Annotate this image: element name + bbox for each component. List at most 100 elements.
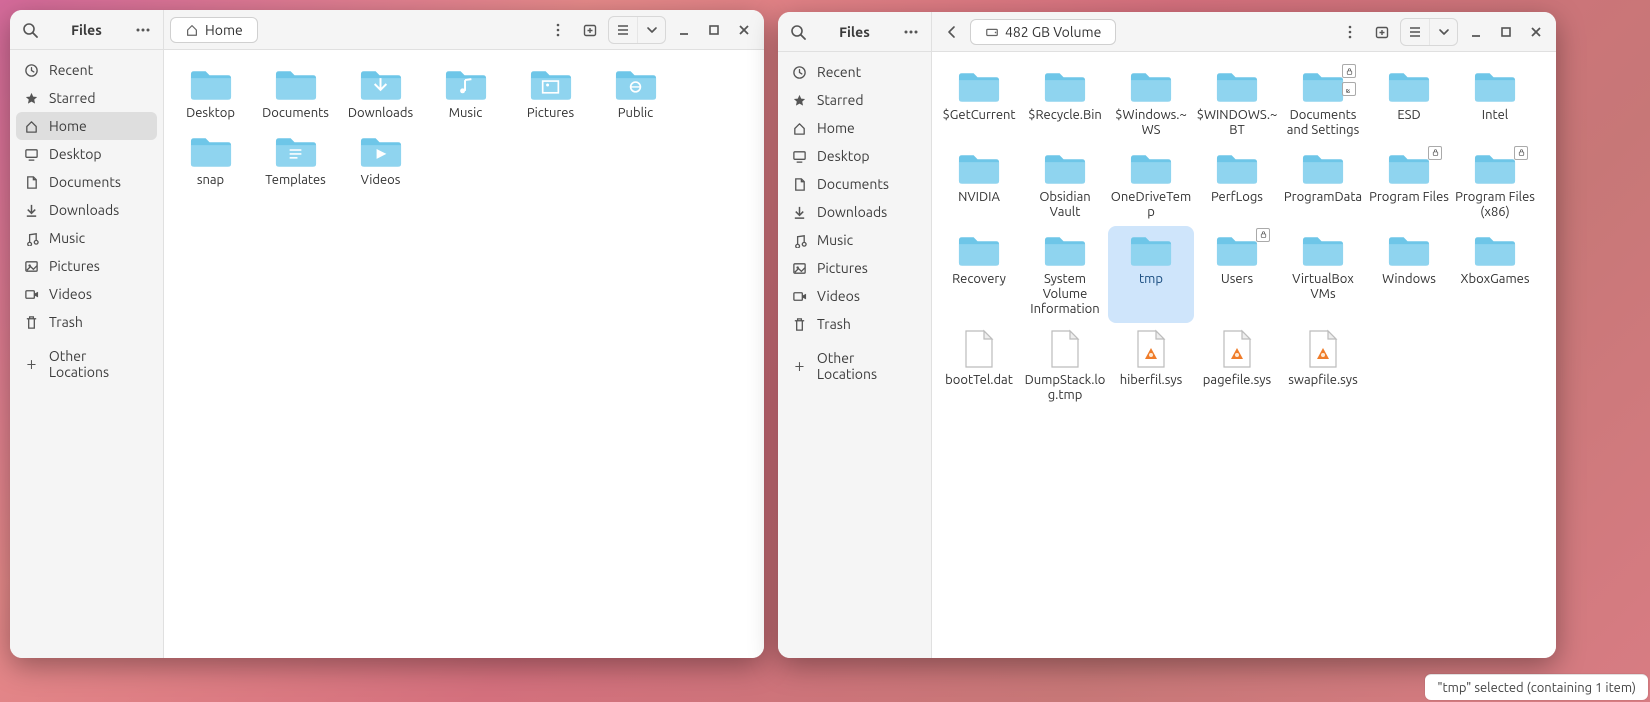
lock-icon <box>1259 230 1268 239</box>
sidebar-item-other-locations[interactable]: +Other Locations <box>784 344 925 388</box>
file-item[interactable]: DumpStack.log.tmp <box>1022 323 1108 409</box>
maximize-button[interactable] <box>700 16 728 44</box>
folder-item[interactable]: Public <box>593 60 678 127</box>
path-segment-volume[interactable]: 482 GB Volume <box>970 19 1116 45</box>
close-button[interactable] <box>730 16 758 44</box>
folder-item[interactable]: Windows <box>1366 226 1452 323</box>
folder-icon <box>1129 68 1173 104</box>
sidebar-item-pictures[interactable]: Pictures <box>16 252 157 280</box>
minimize-button[interactable] <box>1462 18 1490 46</box>
folder-item[interactable]: Recovery <box>936 226 1022 323</box>
content-pane[interactable]: $GetCurrent$Recycle.Bin$Windows.~WS$WIND… <box>932 52 1556 658</box>
folder-item[interactable]: Templates <box>253 127 338 194</box>
sidebar-item-desktop[interactable]: Desktop <box>784 142 925 170</box>
sidebar-item-music[interactable]: Music <box>784 226 925 254</box>
file-item[interactable]: swapfile.sys <box>1280 323 1366 409</box>
titlebar-main-section: 482 GB Volume <box>932 12 1556 51</box>
sidebar-item-label: Other Locations <box>49 348 149 380</box>
folder-item[interactable]: Obsidian Vault <box>1022 144 1108 226</box>
folder-item[interactable]: Pictures <box>508 60 593 127</box>
sidebar-item-other-locations[interactable]: +Other Locations <box>16 342 157 386</box>
folder-item[interactable]: snap <box>168 127 253 194</box>
folder-item[interactable]: NVIDIA <box>936 144 1022 226</box>
view-options-button[interactable] <box>637 16 665 44</box>
file-item[interactable]: pagefile.sys <box>1194 323 1280 409</box>
folder-icon <box>1043 150 1087 186</box>
search-button[interactable] <box>784 18 812 46</box>
folder-icon <box>1215 232 1259 268</box>
folder-icon <box>189 133 233 169</box>
search-icon <box>790 24 806 40</box>
folder-icon <box>1301 68 1345 104</box>
sidebar-item-starred[interactable]: Starred <box>16 84 157 112</box>
hamburger-menu-button[interactable] <box>129 16 157 44</box>
sidebar-item-home[interactable]: Home <box>784 114 925 142</box>
maximize-icon <box>706 22 722 38</box>
sidebar-item-documents[interactable]: Documents <box>784 170 925 198</box>
sidebar-item-trash[interactable]: Trash <box>16 308 157 336</box>
sidebar-item-label: Home <box>49 118 87 134</box>
folder-item[interactable]: Videos <box>338 127 423 194</box>
sidebar-item-videos[interactable]: Videos <box>784 282 925 310</box>
view-list-button[interactable] <box>609 16 637 44</box>
folder-icon <box>444 66 488 102</box>
minimize-button[interactable] <box>670 16 698 44</box>
close-button[interactable] <box>1522 18 1550 46</box>
sidebar-item-recent[interactable]: Recent <box>784 58 925 86</box>
folder-item[interactable]: Music <box>423 60 508 127</box>
maximize-button[interactable] <box>1492 18 1520 46</box>
file-item[interactable]: hiberfil.sys <box>1108 323 1194 409</box>
folder-item[interactable]: Program Files (x86) <box>1452 144 1538 226</box>
location-options-button[interactable] <box>544 16 572 44</box>
folder-item[interactable]: Users <box>1194 226 1280 323</box>
new-tab-button[interactable] <box>1368 18 1396 46</box>
sidebar-item-downloads[interactable]: Downloads <box>16 196 157 224</box>
folder-item[interactable]: $GetCurrent <box>936 62 1022 144</box>
folder-item[interactable]: OneDriveTemp <box>1108 144 1194 226</box>
path-segment-home[interactable]: Home <box>170 17 258 43</box>
link-icon <box>1345 85 1354 94</box>
sidebar-item-starred[interactable]: Starred <box>784 86 925 114</box>
folder-item[interactable]: System Volume Information <box>1022 226 1108 323</box>
folder-item[interactable]: Documents <box>253 60 338 127</box>
folder-item[interactable]: $Recycle.Bin <box>1022 62 1108 144</box>
sidebar-item-recent[interactable]: Recent <box>16 56 157 84</box>
content-pane[interactable]: DesktopDocumentsDownloadsMusicPicturesPu… <box>164 50 764 658</box>
sidebar-item-downloads[interactable]: Downloads <box>784 198 925 226</box>
folder-item[interactable]: $WINDOWS.~BT <box>1194 62 1280 144</box>
folder-item[interactable]: XboxGames <box>1452 226 1538 323</box>
folder-item[interactable]: PerfLogs <box>1194 144 1280 226</box>
folder-item[interactable]: Desktop <box>168 60 253 127</box>
sidebar-item-label: Other Locations <box>817 350 917 382</box>
video-icon <box>792 289 807 304</box>
search-button[interactable] <box>16 16 44 44</box>
sidebar-item-videos[interactable]: Videos <box>16 280 157 308</box>
sidebar-item-home[interactable]: Home <box>16 112 157 140</box>
sidebar-item-pictures[interactable]: Pictures <box>784 254 925 282</box>
folder-item[interactable]: Documents and Settings <box>1280 62 1366 144</box>
file-item[interactable]: bootTel.dat <box>936 323 1022 409</box>
back-button[interactable] <box>938 18 966 46</box>
sidebar-item-documents[interactable]: Documents <box>16 168 157 196</box>
folder-item[interactable]: tmp <box>1108 226 1194 323</box>
folder-item[interactable]: Downloads <box>338 60 423 127</box>
file-manager-window-1: Files Home RecentStarredHome <box>10 10 764 658</box>
folder-item[interactable]: ESD <box>1366 62 1452 144</box>
view-list-button[interactable] <box>1401 18 1429 46</box>
folder-item[interactable]: Intel <box>1452 62 1538 144</box>
item-label: Windows <box>1382 272 1436 287</box>
sidebar-item-trash[interactable]: Trash <box>784 310 925 338</box>
folder-item[interactable]: VirtualBox VMs <box>1280 226 1366 323</box>
sidebar-item-music[interactable]: Music <box>16 224 157 252</box>
minimize-icon <box>1468 24 1484 40</box>
new-tab-button[interactable] <box>576 16 604 44</box>
path-bar: 482 GB Volume <box>970 17 1332 47</box>
folder-item[interactable]: ProgramData <box>1280 144 1366 226</box>
hamburger-menu-button[interactable] <box>897 18 925 46</box>
folder-item[interactable]: Program Files <box>1366 144 1452 226</box>
sidebar-item-desktop[interactable]: Desktop <box>16 140 157 168</box>
location-options-button[interactable] <box>1336 18 1364 46</box>
folder-item[interactable]: $Windows.~WS <box>1108 62 1194 144</box>
view-options-button[interactable] <box>1429 18 1457 46</box>
folder-icon <box>1387 68 1431 104</box>
